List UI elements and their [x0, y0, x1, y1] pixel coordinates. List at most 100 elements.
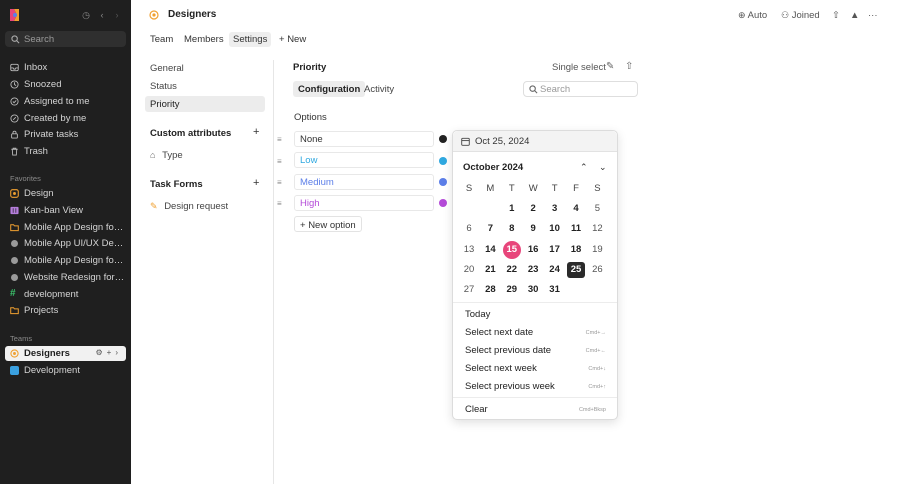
calendar-day[interactable]: 24 — [546, 262, 564, 278]
more-icon[interactable]: ··· — [868, 10, 878, 21]
date-action-select-previous-week[interactable]: Select previous week — [465, 381, 555, 392]
tab-new[interactable]: + New — [279, 34, 306, 45]
tab-configuration[interactable]: Configuration — [293, 81, 366, 97]
favorite-item[interactable]: Website Redesign for agency — [5, 270, 126, 285]
calendar-day[interactable]: 17 — [546, 242, 564, 258]
calendar-day[interactable]: 4 — [567, 201, 585, 217]
calendar-day[interactable]: 5 — [588, 201, 606, 217]
calendar-day[interactable]: 1 — [503, 201, 521, 217]
auto-button[interactable]: ⊕ Auto — [738, 10, 767, 21]
add-attribute-button[interactable]: + — [253, 126, 259, 138]
calendar-day[interactable]: 12 — [588, 221, 606, 237]
settings-nav-general[interactable]: General — [145, 60, 265, 76]
selected-day[interactable]: 25 — [567, 261, 585, 278]
forward-icon[interactable]: › — [112, 10, 122, 20]
favorite-label: development — [24, 289, 79, 300]
calendar-day[interactable]: 20 — [460, 262, 478, 278]
options-search-input[interactable]: Search — [523, 81, 638, 97]
clear-button[interactable]: Clear — [465, 404, 488, 415]
options-heading: Options — [294, 112, 327, 123]
date-action-select-next-week[interactable]: Select next week — [465, 363, 537, 374]
sidebar-search[interactable]: Search — [5, 31, 126, 47]
drag-handle-icon[interactable]: ≡ — [277, 178, 282, 187]
option-low[interactable]: Low — [294, 152, 434, 168]
prev-month-icon[interactable]: ⌃ — [580, 162, 588, 173]
next-month-icon[interactable]: ⌄ — [599, 162, 607, 173]
drag-handle-icon[interactable]: ≡ — [277, 157, 282, 166]
favorite-item[interactable]: Kan-ban View — [5, 203, 126, 218]
calendar-day[interactable]: 13 — [460, 242, 478, 258]
calendar-day[interactable]: 21 — [481, 262, 499, 278]
design-request-item[interactable]: ✎ Design request — [150, 201, 228, 212]
calendar-day[interactable]: 2 — [524, 201, 542, 217]
calendar-day[interactable]: 7 — [481, 221, 499, 237]
date-action-select-next-date[interactable]: Select next date — [465, 327, 533, 338]
calendar-day[interactable]: 11 — [567, 221, 585, 237]
new-option-button[interactable]: + New option — [294, 216, 362, 232]
settings-nav-priority[interactable]: Priority — [145, 96, 265, 112]
sidebar-item-assigned[interactable]: Assigned to me — [5, 94, 126, 109]
calendar-day[interactable]: 3 — [546, 201, 564, 217]
calendar-day[interactable]: 23 — [524, 262, 542, 278]
tab-activity[interactable]: Activity — [359, 81, 399, 97]
calendar-day[interactable]: 14 — [481, 242, 499, 258]
date-input[interactable]: Oct 25, 2024 — [453, 131, 617, 152]
favorite-item[interactable]: Projects — [5, 303, 126, 318]
team-item-development[interactable]: Development — [5, 363, 126, 378]
sidebar-item-created[interactable]: Created by me — [5, 111, 126, 126]
calendar-day[interactable]: 22 — [503, 262, 521, 278]
date-action-today[interactable]: Today — [465, 309, 490, 320]
favorite-item[interactable]: Design — [5, 186, 126, 201]
option-high[interactable]: High — [294, 195, 434, 211]
color-swatch[interactable] — [439, 135, 447, 143]
color-swatch[interactable] — [439, 157, 447, 165]
joined-button[interactable]: ⚇ Joined — [781, 10, 820, 21]
favorite-item[interactable]: Mobile App UI/UX Design — [5, 236, 126, 251]
tab-members[interactable]: Members — [184, 34, 224, 45]
share-icon[interactable]: ⇧ — [625, 61, 633, 72]
option-medium[interactable]: Medium — [294, 174, 434, 190]
add-form-button[interactable]: + — [253, 177, 259, 189]
bell-icon[interactable]: ▲ — [850, 10, 859, 21]
team-actions-icon[interactable]: ⚙+› — [95, 348, 122, 357]
favorite-item[interactable]: # development — [5, 287, 126, 302]
calendar-day[interactable]: 31 — [546, 282, 564, 298]
favorite-label: Kan-ban View — [24, 205, 83, 216]
calendar-day[interactable]: 9 — [524, 221, 542, 237]
sidebar-item-trash[interactable]: Trash — [5, 144, 126, 159]
calendar-day[interactable]: 8 — [503, 221, 521, 237]
color-swatch[interactable] — [439, 178, 447, 186]
tab-team[interactable]: Team — [150, 34, 173, 45]
calendar-day[interactable]: 27 — [460, 282, 478, 298]
calendar-day[interactable]: 26 — [588, 262, 606, 278]
favorite-item[interactable]: Mobile App Design for Real Estate — [5, 220, 126, 235]
calendar-day[interactable]: 10 — [546, 221, 564, 237]
option-none[interactable]: None — [294, 131, 434, 147]
back-icon[interactable]: ‹ — [97, 10, 107, 20]
sidebar-item-snoozed[interactable]: Snoozed — [5, 77, 126, 92]
drag-handle-icon[interactable]: ≡ — [277, 135, 282, 144]
sidebar-item-private[interactable]: Private tasks — [5, 127, 126, 142]
calendar-day[interactable]: 6 — [460, 221, 478, 237]
edit-icon[interactable]: ✎ — [606, 61, 614, 72]
settings-nav-status[interactable]: Status — [145, 78, 265, 94]
calendar-day[interactable]: 18 — [567, 242, 585, 258]
type-item[interactable]: ⌂ Type — [150, 150, 183, 161]
favorite-item[interactable]: Mobile App Design for Fitness — [5, 253, 126, 268]
calendar-day[interactable]: 19 — [588, 242, 606, 258]
calendar-day[interactable]: 28 — [481, 282, 499, 298]
app-logo-icon[interactable] — [8, 8, 21, 22]
teams-heading: Teams — [10, 334, 33, 343]
sidebar-item-inbox[interactable]: Inbox — [5, 60, 126, 75]
calendar-day[interactable]: 30 — [524, 282, 542, 298]
team-item-designers[interactable]: Designers ⚙+› — [5, 346, 126, 361]
tab-settings[interactable]: Settings — [229, 32, 272, 47]
calendar-day[interactable]: 29 — [503, 282, 521, 298]
date-action-select-previous-date[interactable]: Select previous date — [465, 345, 551, 356]
today-day[interactable]: 15 — [502, 240, 521, 259]
history-icon[interactable]: ◷ — [81, 10, 91, 20]
calendar-day[interactable]: 16 — [524, 242, 542, 258]
drag-handle-icon[interactable]: ≡ — [277, 199, 282, 208]
color-swatch[interactable] — [439, 199, 447, 207]
share-icon[interactable]: ⇧ — [832, 10, 840, 21]
